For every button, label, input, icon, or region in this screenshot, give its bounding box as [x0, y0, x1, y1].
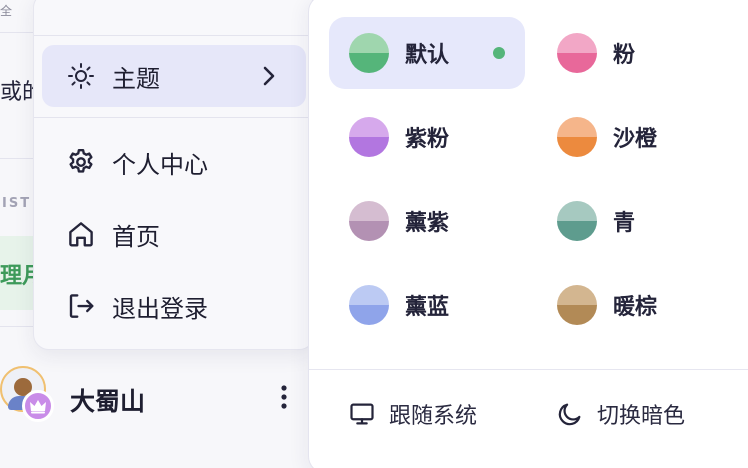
section-heading-fragment: IST: [2, 196, 32, 211]
user-profile-row[interactable]: 大蜀山: [0, 360, 310, 440]
home-icon: [64, 217, 98, 251]
theme-option-label: 紫粉: [405, 127, 450, 152]
theme-option-sand-orange[interactable]: 沙橙: [537, 101, 733, 173]
theme-color-swatch: [349, 201, 389, 241]
theme-option-pink[interactable]: 粉: [537, 17, 733, 89]
menu-item-profile[interactable]: 个人中心: [42, 131, 306, 193]
theme-submenu: 默认 粉 紫粉 沙橙 薰紫 青 薰蓝 暖棕 跟随系统 切换暗色: [308, 0, 748, 468]
toggle-dark-button[interactable]: 切换暗色: [555, 389, 685, 439]
selected-indicator: [493, 47, 505, 59]
menu-item-home[interactable]: 首页: [42, 203, 306, 265]
theme-option-label: 粉: [613, 43, 636, 68]
divider: [34, 117, 314, 118]
theme-option-lavender[interactable]: 薰紫: [329, 185, 525, 257]
menu-item-label: 个人中心: [112, 150, 208, 179]
theme-option-lavender-blue[interactable]: 薰蓝: [329, 269, 525, 341]
menu-item-label: 退出登录: [112, 294, 208, 323]
theme-option-label: 薰蓝: [405, 295, 450, 320]
menu-item-label: 主题: [112, 64, 160, 93]
menu-item-label: 首页: [112, 222, 160, 251]
theme-color-swatch: [557, 117, 597, 157]
more-options-icon[interactable]: [272, 382, 296, 412]
divider: [0, 32, 34, 33]
divider: [309, 369, 748, 370]
theme-color-swatch: [349, 117, 389, 157]
theme-option-warm-brown[interactable]: 暖棕: [537, 269, 733, 341]
gear-icon: [64, 145, 98, 179]
follow-system-button[interactable]: 跟随系统: [347, 389, 477, 439]
toggle-dark-label: 切换暗色: [597, 404, 686, 429]
theme-color-swatch: [557, 201, 597, 241]
menu-item-theme[interactable]: 主题: [42, 45, 306, 107]
monitor-icon: [347, 399, 377, 429]
crown-badge-icon: [22, 390, 54, 422]
bg-text-fragment: 全: [0, 4, 13, 18]
theme-color-swatch: [349, 285, 389, 325]
theme-option-label: 沙橙: [613, 127, 658, 152]
user-menu: 主题 个人中心 首页 退出登录: [33, 0, 315, 350]
theme-option-label: 默认: [405, 43, 450, 68]
theme-option-label: 薰紫: [405, 211, 450, 236]
theme-option-teal[interactable]: 青: [537, 185, 733, 257]
logout-icon: [64, 289, 98, 323]
theme-option-label: 暖棕: [613, 295, 658, 320]
sun-icon: [64, 59, 98, 93]
divider: [0, 326, 34, 327]
divider: [34, 35, 314, 36]
follow-system-label: 跟随系统: [389, 404, 478, 429]
theme-option-default[interactable]: 默认: [329, 17, 525, 89]
moon-icon: [555, 399, 585, 429]
username: 大蜀山: [70, 387, 146, 416]
theme-option-label: 青: [613, 211, 636, 236]
theme-option-purple-pink[interactable]: 紫粉: [329, 101, 525, 173]
menu-item-logout[interactable]: 退出登录: [42, 275, 306, 337]
theme-color-swatch: [557, 285, 597, 325]
chevron-right-icon: [254, 61, 284, 91]
theme-color-swatch: [557, 33, 597, 73]
theme-color-swatch: [349, 33, 389, 73]
divider: [0, 158, 34, 159]
